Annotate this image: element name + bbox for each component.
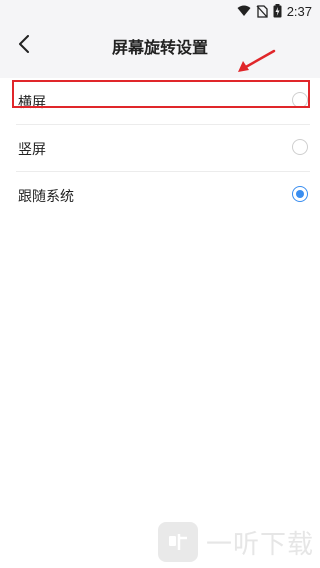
watermark-logo-icon	[158, 522, 198, 562]
battery-charging-icon	[273, 4, 282, 18]
option-label: 横屏	[18, 95, 46, 111]
option-label: 竖屏	[18, 142, 46, 158]
wifi-icon	[237, 5, 251, 16]
radio-button-checked[interactable]	[292, 186, 308, 202]
no-sim-icon	[256, 4, 268, 18]
option-landscape[interactable]: 横屏	[16, 78, 310, 125]
page-title: 屏幕旋转设置	[111, 38, 208, 57]
radio-button[interactable]	[292, 139, 308, 155]
watermark-text: 一听下载	[206, 529, 315, 560]
watermark: 一听下载	[158, 522, 314, 562]
orientation-option-list: 横屏 竖屏 跟随系统	[0, 78, 320, 219]
status-icons: 2:37	[237, 3, 312, 19]
radio-button[interactable]	[292, 92, 308, 108]
option-label: 跟随系统	[18, 189, 74, 205]
status-time: 2:37	[286, 3, 312, 19]
content-background	[0, 208, 320, 568]
nav-bar: 屏幕旋转设置	[0, 22, 320, 66]
option-portrait[interactable]: 竖屏	[16, 125, 310, 172]
status-bar: 2:37	[0, 0, 320, 22]
